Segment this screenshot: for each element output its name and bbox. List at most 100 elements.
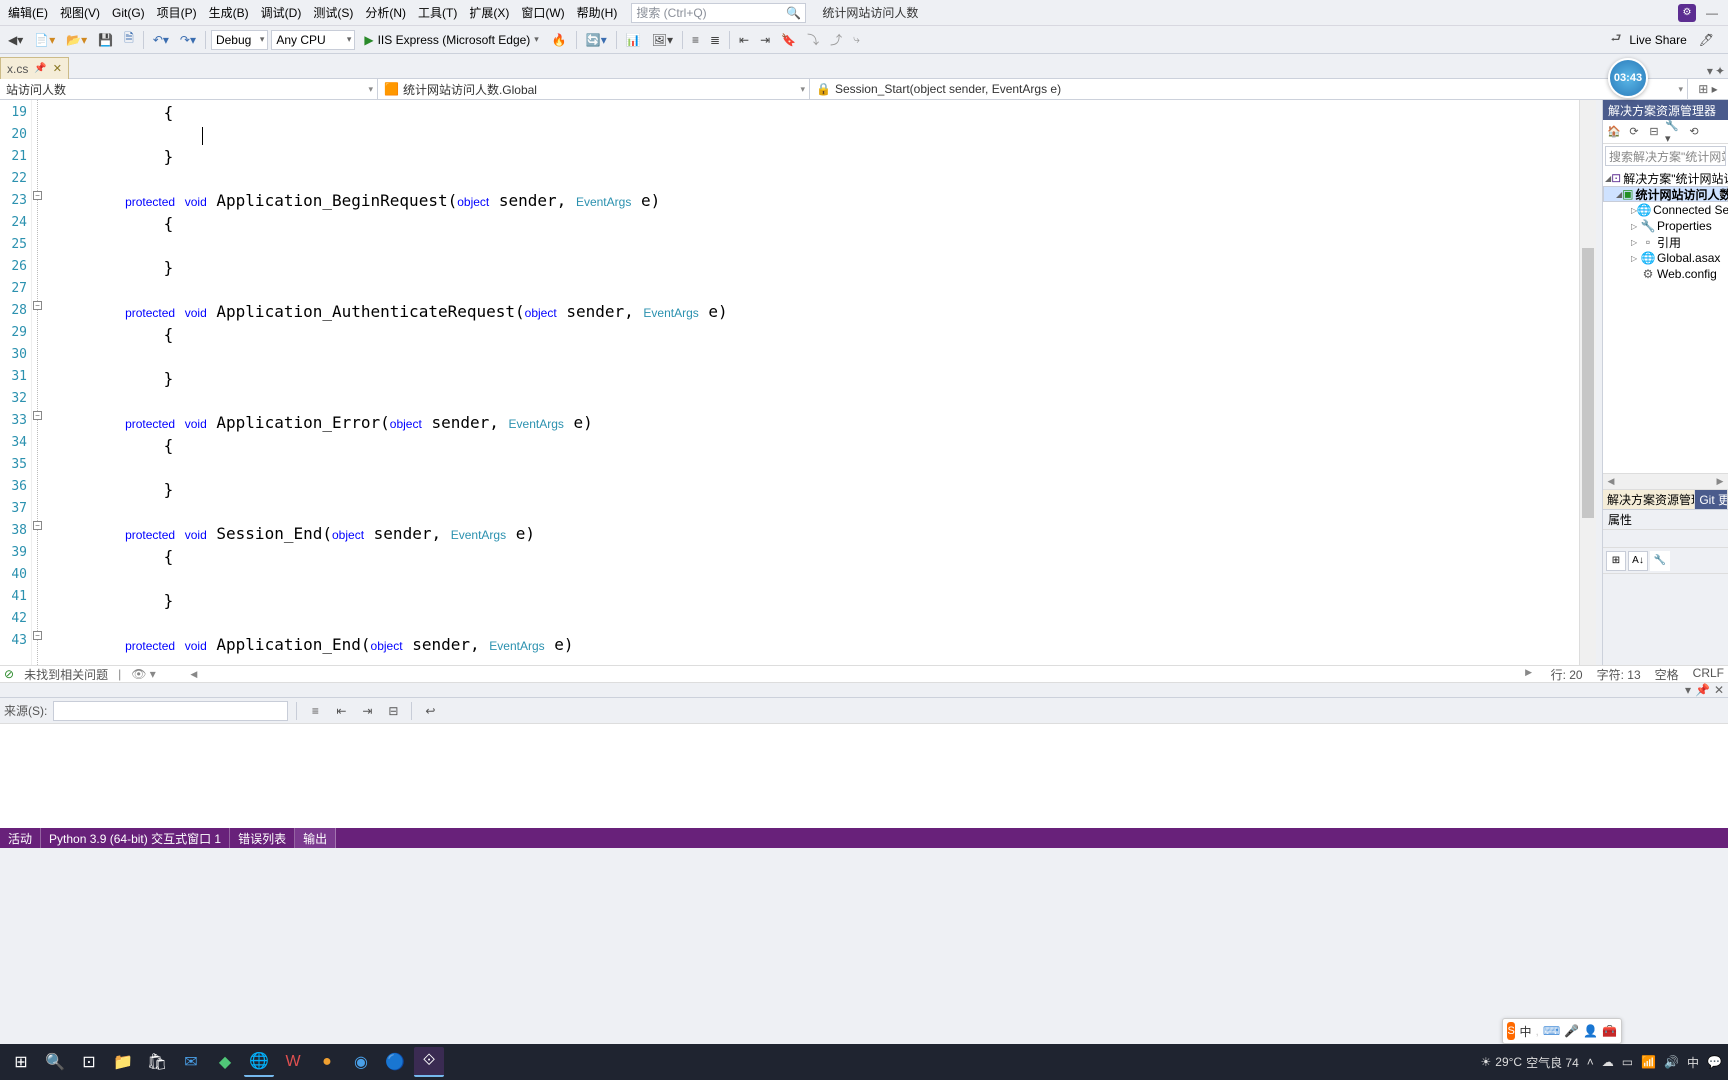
search-button[interactable]: 🔍 bbox=[40, 1047, 70, 1077]
code-editor[interactable]: 19 20 21 22 23 24 25 26 27 28 29 30 31 3… bbox=[0, 100, 1596, 665]
step-button[interactable]: ⤴ bbox=[826, 29, 846, 50]
weather-widget[interactable]: ☀ 29°C 空气良 74 bbox=[1481, 1054, 1579, 1071]
menu-test[interactable]: 测试(S) bbox=[307, 1, 359, 24]
back-button[interactable]: ◀▾ bbox=[4, 31, 27, 49]
taskview-button[interactable]: ⊡ bbox=[74, 1047, 104, 1077]
tool-btn[interactable]: 📊 bbox=[622, 31, 645, 49]
run-button[interactable]: ▶ IIS Express (Microsoft Edge) ▾ bbox=[358, 33, 544, 47]
menu-edit[interactable]: 编辑(E) bbox=[2, 1, 54, 24]
preview-icon[interactable]: 👁 ▾ bbox=[131, 667, 156, 681]
tree-item[interactable]: ▷🌐Global.asax bbox=[1603, 250, 1728, 266]
close-icon[interactable]: ✕ bbox=[53, 62, 62, 75]
next-button[interactable]: ⇥ bbox=[357, 701, 377, 721]
undo-button[interactable]: ↶▾ bbox=[149, 31, 173, 49]
explorer-button[interactable]: 📁 bbox=[108, 1047, 138, 1077]
wrap-button[interactable]: ↩ bbox=[420, 701, 440, 721]
outdent-button[interactable]: ⇥ bbox=[756, 31, 774, 49]
notif-icon[interactable]: 💬 bbox=[1707, 1055, 1722, 1069]
redo-button[interactable]: ↷▾ bbox=[176, 31, 200, 49]
eol-indicator[interactable]: CRLF bbox=[1693, 666, 1724, 683]
chrome-button[interactable]: 🔵 bbox=[380, 1047, 410, 1077]
hscroll-right[interactable]: ▶ bbox=[1521, 666, 1537, 680]
pin-icon[interactable]: 📌 bbox=[1695, 683, 1710, 697]
open-button[interactable]: 📂▾ bbox=[62, 31, 91, 49]
edge-button[interactable]: 🌐 bbox=[244, 1047, 274, 1077]
alphabetize-button[interactable]: A↓ bbox=[1628, 551, 1648, 571]
tree-item[interactable]: ▷▫引用 bbox=[1603, 234, 1728, 250]
hscroll-left[interactable]: ◀ bbox=[186, 667, 202, 681]
step-button[interactable]: ⤷ bbox=[849, 30, 864, 49]
app-button[interactable]: ◉ bbox=[346, 1047, 376, 1077]
tab-menu-icon[interactable]: ✦ bbox=[1715, 64, 1725, 78]
vertical-scrollbar[interactable] bbox=[1579, 100, 1596, 665]
minimize-icon[interactable]: — bbox=[1706, 6, 1718, 20]
uncomment-button[interactable]: ≣ bbox=[706, 31, 724, 49]
nav-class[interactable]: 🟧统计网站访问人数.Global bbox=[378, 79, 810, 99]
tab-python[interactable]: Python 3.9 (64-bit) 交互式窗口 1 bbox=[41, 828, 230, 848]
prev-button[interactable]: ⇤ bbox=[331, 701, 351, 721]
tree-item[interactable]: ▷🔧Properties bbox=[1603, 218, 1728, 234]
close-icon[interactable]: ✕ bbox=[1714, 683, 1724, 697]
menu-help[interactable]: 帮助(H) bbox=[571, 1, 624, 24]
solution-tree[interactable]: ◢⊡解决方案"统计网站访问人 ◢▣统计网站访问人数 ▷🌐Connected Se… bbox=[1603, 168, 1728, 473]
nav-project[interactable]: 站访问人数 bbox=[0, 79, 378, 99]
timer-overlay[interactable]: 03:43 bbox=[1608, 58, 1648, 98]
toolbox-icon[interactable]: 🧰 bbox=[1602, 1024, 1617, 1038]
volume-icon[interactable]: 🔊 bbox=[1664, 1055, 1679, 1069]
feedback-button[interactable]: 🖊 bbox=[1695, 31, 1718, 49]
tab-git[interactable]: Git 更 bbox=[1695, 490, 1728, 509]
app-button[interactable]: ◆ bbox=[210, 1047, 240, 1077]
solution-node[interactable]: ◢⊡解决方案"统计网站访问人 bbox=[1603, 170, 1728, 186]
indent-button[interactable]: ⇤ bbox=[735, 31, 753, 49]
menu-view[interactable]: 视图(V) bbox=[54, 1, 106, 24]
char-indicator[interactable]: 字符: 13 bbox=[1597, 666, 1641, 683]
save-button[interactable]: 💾 bbox=[94, 31, 117, 49]
comment-button[interactable]: ≡ bbox=[688, 31, 703, 49]
clear-button[interactable]: ⊟ bbox=[383, 701, 403, 721]
tab-output[interactable]: 输出 bbox=[295, 828, 336, 848]
store-button[interactable]: 🛍 bbox=[142, 1047, 172, 1077]
step-button[interactable]: ⤵ bbox=[803, 29, 823, 50]
browser-link-button[interactable]: 🔄▾ bbox=[582, 31, 611, 49]
config-select[interactable]: Debug bbox=[211, 30, 268, 50]
mail-button[interactable]: ✉ bbox=[176, 1047, 206, 1077]
menu-git[interactable]: Git(G) bbox=[106, 3, 151, 23]
person-icon[interactable]: 👤 bbox=[1583, 1024, 1598, 1038]
wps-button[interactable]: W bbox=[278, 1047, 308, 1077]
tray-up-icon[interactable]: ˄ bbox=[1587, 1055, 1594, 1069]
nav-method[interactable]: 🔒Session_Start(object sender, EventArgs … bbox=[810, 79, 1688, 99]
menu-project[interactable]: 项目(P) bbox=[151, 1, 203, 24]
fold-toggle[interactable]: − bbox=[33, 191, 42, 200]
global-search[interactable]: 搜索 (Ctrl+Q) 🔍 bbox=[631, 3, 806, 23]
menu-tools[interactable]: 工具(T) bbox=[412, 1, 463, 24]
ime-icon[interactable]: 中 bbox=[1687, 1054, 1699, 1071]
new-button[interactable]: 📄▾ bbox=[30, 31, 59, 49]
props-button[interactable]: 🔧 bbox=[1650, 551, 1670, 571]
vs-button[interactable]: ⟐ bbox=[414, 1047, 444, 1077]
fold-toggle[interactable]: − bbox=[33, 301, 42, 310]
categorize-button[interactable]: ⊞ bbox=[1606, 551, 1626, 571]
tool-btn[interactable]: 🖼▾ bbox=[648, 31, 677, 49]
output-body[interactable] bbox=[0, 724, 1728, 828]
account-icon[interactable]: ⚙ bbox=[1678, 4, 1696, 22]
hot-reload-button[interactable]: 🔥 bbox=[548, 31, 571, 49]
ime-lang[interactable]: 中 bbox=[1519, 1023, 1531, 1040]
platform-select[interactable]: Any CPU bbox=[271, 30, 355, 50]
code-area[interactable]: { } protected void Application_BeginRequ… bbox=[46, 100, 1579, 665]
ime-toolbar[interactable]: S 中 , ⌨ 🎤 👤 🧰 bbox=[1502, 1018, 1622, 1044]
dropdown-icon[interactable]: ▾ bbox=[1685, 683, 1691, 697]
battery-icon[interactable]: ▭ bbox=[1622, 1055, 1633, 1069]
scroll-thumb[interactable] bbox=[1582, 248, 1594, 518]
bookmark-button[interactable]: 🔖 bbox=[777, 31, 800, 49]
tool-icon[interactable]: 🔧▾ bbox=[1665, 123, 1683, 141]
se-search[interactable]: 搜索解决方案"统计网站访问 bbox=[1605, 146, 1726, 166]
tab-errors[interactable]: 错误列表 bbox=[230, 828, 295, 848]
tree-item[interactable]: ⚙Web.config bbox=[1603, 266, 1728, 282]
wifi-icon[interactable]: 📶 bbox=[1641, 1055, 1656, 1069]
nav-split-icon[interactable]: ⊞ ▸ bbox=[1688, 79, 1728, 99]
menu-build[interactable]: 生成(B) bbox=[203, 1, 255, 24]
output-source-select[interactable] bbox=[53, 701, 288, 721]
file-tab[interactable]: x.cs 📌 ✕ bbox=[0, 57, 69, 79]
refresh-icon[interactable]: ⟳ bbox=[1625, 123, 1643, 141]
menu-analyze[interactable]: 分析(N) bbox=[359, 1, 412, 24]
